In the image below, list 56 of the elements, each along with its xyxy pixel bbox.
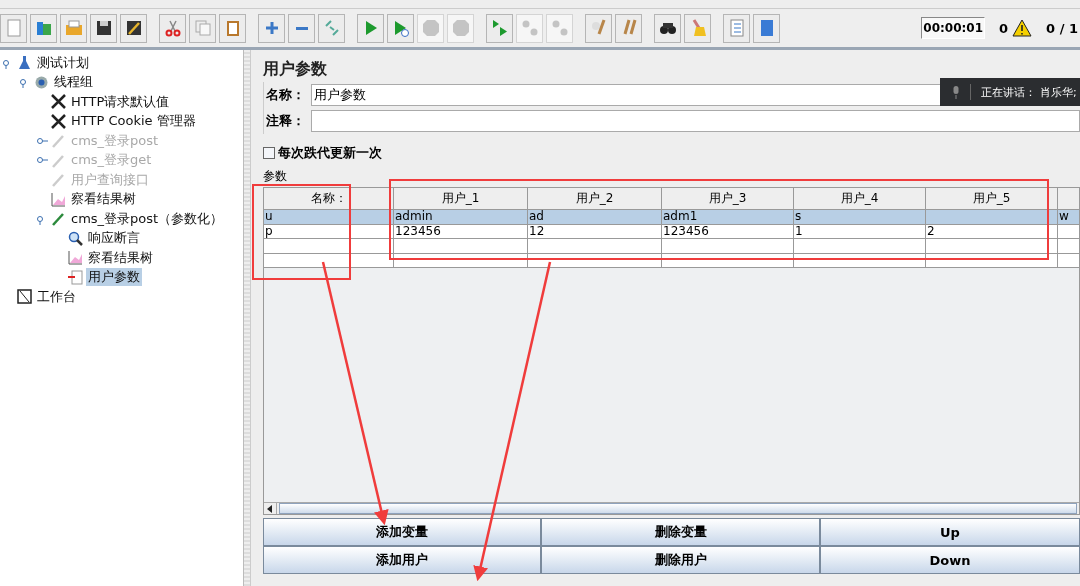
stop-sign-icon	[420, 18, 441, 38]
tree-item[interactable]: 察看结果树	[69, 190, 138, 209]
horizontal-scrollbar[interactable]	[264, 502, 1079, 514]
toolbar-button[interactable]	[90, 13, 117, 43]
folder-icon	[63, 18, 84, 38]
table-cell: admin	[394, 210, 528, 225]
tree-item[interactable]: 响应断言	[86, 229, 142, 248]
thread-count: 0 / 1	[1046, 20, 1078, 36]
table-cell: w	[1058, 210, 1080, 225]
toolbar-button[interactable]	[120, 13, 147, 43]
checkbox[interactable]	[263, 147, 275, 159]
table-cell: adm1	[662, 210, 794, 225]
document-arrow-icon	[67, 268, 84, 286]
action-button[interactable]: 删除用户	[541, 546, 820, 574]
left-arrow-icon[interactable]	[267, 504, 273, 513]
chart-icon	[67, 249, 84, 267]
action-button[interactable]: 添加用户	[263, 546, 541, 574]
tree-item[interactable]: 测试计划	[35, 53, 91, 72]
speaker-name: 肖乐华;	[1040, 84, 1077, 100]
comment-field[interactable]	[311, 110, 1080, 132]
table-cell: s	[794, 210, 926, 225]
name-label: 名称：	[265, 86, 306, 104]
tools-icon	[50, 93, 67, 111]
notebook-icon	[16, 288, 33, 306]
checkbox-label: 每次跌代更新一次	[278, 144, 382, 162]
microphone-icon	[952, 85, 960, 99]
copy-icon	[192, 18, 213, 38]
binoculars-icon	[659, 22, 676, 34]
elapsed-time: 00:00:01	[921, 17, 986, 39]
action-button[interactable]: 删除变量	[541, 518, 820, 546]
comment-label: 注释：	[265, 112, 306, 130]
action-button[interactable]: 添加变量	[263, 518, 541, 546]
table-cell: ad	[528, 210, 662, 225]
chart-icon	[50, 190, 67, 208]
section-label: 参数	[263, 168, 288, 185]
panel-title: 用户参数	[263, 57, 328, 80]
tree-item[interactable]: cms_登录post（参数化）	[69, 209, 226, 228]
warning-icon	[1012, 19, 1033, 37]
tree-item[interactable]: 用户参数	[86, 268, 142, 287]
tree-item[interactable]: HTTP Cookie 管理器	[69, 112, 198, 131]
toolbar-button[interactable]	[654, 13, 681, 43]
action-button[interactable]: Up	[820, 518, 1080, 546]
tree-item[interactable]: 线程组	[52, 73, 95, 92]
warning-count: 0	[999, 20, 1009, 36]
tree-item[interactable]: 工作台	[35, 287, 78, 306]
tree-item[interactable]: 察看结果树	[86, 248, 155, 267]
table-cell: u	[264, 210, 394, 225]
action-button[interactable]: Down	[820, 546, 1080, 574]
tree-item[interactable]: HTTP请求默认值	[69, 92, 172, 111]
tools-icon	[50, 112, 67, 130]
octagon-x-icon	[450, 18, 471, 38]
magnifier-icon	[67, 229, 84, 247]
table-row[interactable]: u admin ad adm1 s w	[264, 210, 1079, 225]
flask-icon	[16, 54, 33, 72]
speaking-label: 正在讲话：	[981, 84, 1036, 100]
minus-icon	[295, 26, 308, 30]
